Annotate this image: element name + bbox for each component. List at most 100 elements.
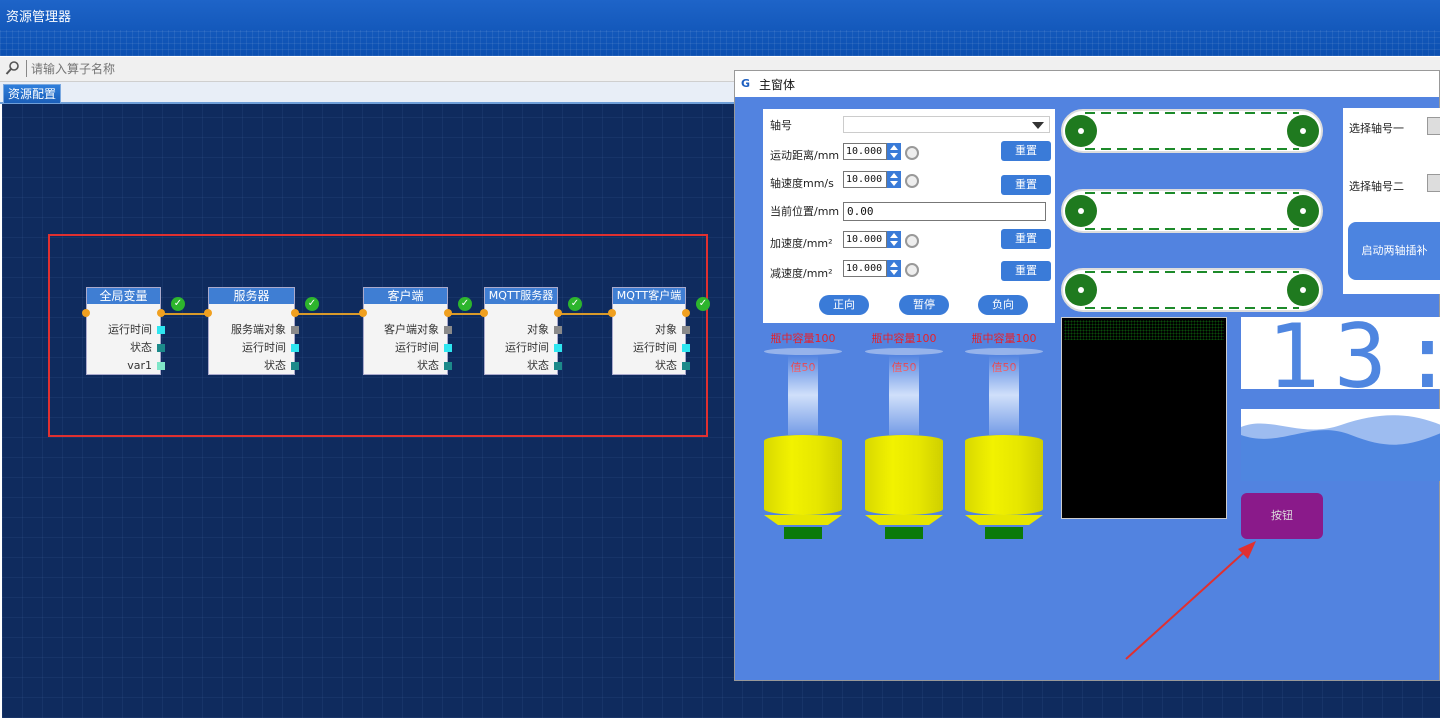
accel-input[interactable]: 10.000 bbox=[843, 231, 887, 248]
annotation-arrow bbox=[1125, 541, 1256, 660]
input-pin[interactable] bbox=[608, 309, 616, 317]
tab-resource-config[interactable]: 资源配置 bbox=[3, 84, 62, 103]
liquid-beam bbox=[889, 355, 919, 435]
port-connector[interactable] bbox=[682, 362, 690, 370]
port-connector[interactable] bbox=[554, 362, 562, 370]
liquid-beam bbox=[788, 355, 818, 435]
tank-capacity-label: 瓶中容量100 bbox=[871, 332, 937, 345]
port-connector[interactable] bbox=[157, 362, 165, 370]
node-title: 客户端 bbox=[364, 288, 447, 304]
decel-input[interactable]: 10.000 bbox=[843, 260, 887, 277]
node-title: 全局变量 bbox=[87, 288, 160, 304]
output-pin[interactable] bbox=[157, 309, 165, 317]
input-pin[interactable] bbox=[204, 309, 212, 317]
reset-decel-button[interactable]: 重置 bbox=[1001, 261, 1051, 281]
port-label: 运行时间 bbox=[242, 341, 286, 354]
output-pin[interactable] bbox=[444, 309, 452, 317]
port-connector[interactable] bbox=[444, 362, 452, 370]
tank-cone bbox=[764, 515, 842, 525]
app-title: 资源管理器 bbox=[6, 10, 72, 25]
distance-label: 运动距离/mm bbox=[770, 149, 840, 162]
tank-base bbox=[784, 527, 822, 539]
wheel-icon bbox=[1287, 274, 1319, 306]
motion-control-panel: 轴号 运动距离/mm 10.000 重置 轴速度mm/s 10.000 重置 当… bbox=[763, 109, 1055, 323]
tank-rim bbox=[965, 348, 1043, 355]
port-connector[interactable] bbox=[444, 326, 452, 334]
axis-label: 轴号 bbox=[770, 119, 792, 132]
reset-distance-button[interactable]: 重置 bbox=[1001, 141, 1051, 161]
reset-accel-button[interactable]: 重置 bbox=[1001, 229, 1051, 249]
title-bar-pattern bbox=[0, 30, 1440, 56]
port-connector[interactable] bbox=[291, 344, 299, 352]
port-connector[interactable] bbox=[291, 326, 299, 334]
port-connector[interactable] bbox=[554, 344, 562, 352]
forward-button[interactable]: 正向 bbox=[819, 295, 869, 315]
port-connector[interactable] bbox=[682, 344, 690, 352]
position-label: 当前位置/mm bbox=[770, 205, 840, 218]
port-connector[interactable] bbox=[444, 344, 452, 352]
input-pin[interactable] bbox=[359, 309, 367, 317]
position-field[interactable]: 0.00 bbox=[843, 202, 1046, 221]
conveyor-belt bbox=[1061, 109, 1323, 153]
node-client[interactable]: 客户端 客户端对象 运行时间 状态 bbox=[359, 287, 452, 375]
reset-speed-button[interactable]: 重置 bbox=[1001, 175, 1051, 195]
radio-icon[interactable] bbox=[905, 174, 919, 188]
check-icon: ✓ bbox=[696, 297, 710, 311]
port-label: 客户端对象 bbox=[384, 323, 439, 336]
radio-icon[interactable] bbox=[905, 234, 919, 248]
distance-stepper[interactable] bbox=[887, 143, 901, 160]
port-label: 状态 bbox=[130, 341, 152, 354]
distance-input[interactable]: 10.000 bbox=[843, 143, 887, 160]
wave-graphic bbox=[1241, 409, 1440, 481]
liquid-beam bbox=[989, 355, 1019, 435]
tank-cone bbox=[965, 515, 1043, 525]
clock-digits: 13:2 bbox=[1267, 317, 1440, 389]
node-global-variable[interactable]: 全局变量 运行时间 状态 var1 bbox=[82, 287, 165, 375]
port-connector[interactable] bbox=[157, 344, 165, 352]
node-mqtt-server[interactable]: MQTT服务器 对象 运行时间 状态 bbox=[480, 287, 562, 375]
pause-button[interactable]: 暂停 bbox=[899, 295, 949, 315]
axis1-select[interactable] bbox=[1427, 117, 1440, 135]
output-pin[interactable] bbox=[682, 309, 690, 317]
output-pin[interactable] bbox=[554, 309, 562, 317]
port-connector[interactable] bbox=[291, 362, 299, 370]
wheel-icon bbox=[1065, 115, 1097, 147]
port-label: 运行时间 bbox=[505, 341, 549, 354]
purple-button[interactable]: 按钮 bbox=[1241, 493, 1323, 539]
input-pin[interactable] bbox=[82, 309, 90, 317]
operator-search-input[interactable] bbox=[26, 60, 735, 77]
check-icon: ✓ bbox=[171, 297, 185, 311]
port-label: var1 bbox=[127, 359, 152, 372]
node-server[interactable]: 服务器 服务端对象 运行时间 状态 bbox=[204, 287, 299, 375]
port-connector[interactable] bbox=[682, 326, 690, 334]
input-pin[interactable] bbox=[480, 309, 488, 317]
axis-select[interactable] bbox=[843, 116, 1050, 133]
tank-rim bbox=[865, 348, 943, 355]
connection-wire bbox=[295, 313, 363, 315]
node-mqtt-client[interactable]: MQTT客户端 对象 运行时间 状态 bbox=[608, 287, 690, 375]
decel-stepper[interactable] bbox=[887, 260, 901, 277]
chevron-down-icon[interactable] bbox=[1032, 122, 1044, 129]
port-label: 状态 bbox=[417, 359, 439, 372]
wheel-icon bbox=[1287, 115, 1319, 147]
start-interpolation-button[interactable]: 启动两轴插补 bbox=[1348, 222, 1440, 280]
search-icon[interactable] bbox=[5, 60, 21, 76]
connection-wire bbox=[448, 313, 484, 315]
radio-icon[interactable] bbox=[905, 146, 919, 160]
port-connector[interactable] bbox=[554, 326, 562, 334]
radio-icon[interactable] bbox=[905, 263, 919, 277]
reverse-button[interactable]: 负向 bbox=[978, 295, 1028, 315]
speed-stepper[interactable] bbox=[887, 171, 901, 188]
wave-indicator bbox=[1241, 409, 1440, 481]
check-icon: ✓ bbox=[305, 297, 319, 311]
port-connector[interactable] bbox=[157, 326, 165, 334]
accel-stepper[interactable] bbox=[887, 231, 901, 248]
output-pin[interactable] bbox=[291, 309, 299, 317]
check-icon: ✓ bbox=[458, 297, 472, 311]
conveyor-belt bbox=[1061, 268, 1323, 312]
speed-input[interactable]: 10.000 bbox=[843, 171, 887, 188]
select-axis1-label: 选择轴号一 bbox=[1349, 122, 1404, 135]
tank bbox=[764, 435, 842, 515]
port-label: 运行时间 bbox=[395, 341, 439, 354]
axis2-select[interactable] bbox=[1427, 174, 1440, 192]
